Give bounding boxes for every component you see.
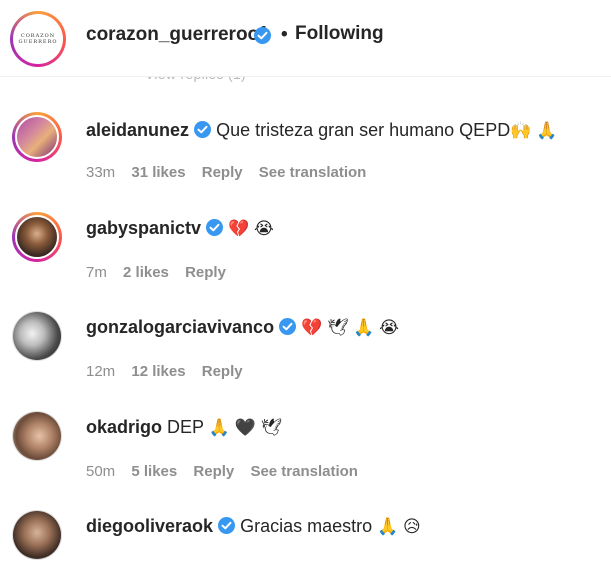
comment-text: gabyspanictv 💔 😭 <box>86 218 274 239</box>
comment-body: Que tristeza gran ser humano QEPD <box>216 120 511 140</box>
following-button[interactable]: Following <box>295 23 384 45</box>
likes-count[interactable]: 5 likes <box>131 463 177 480</box>
commenter-avatar[interactable] <box>12 311 62 361</box>
commenter-avatar[interactable] <box>12 212 62 262</box>
comment-body: Gracias maestro <box>240 516 373 536</box>
likes-count[interactable]: 12 likes <box>131 363 185 380</box>
separator-dot: • <box>281 24 288 45</box>
comment-time: 7m <box>86 264 107 281</box>
commenter-username[interactable]: okadrigo <box>86 417 162 437</box>
emoji-icon: 🙌 🙏 <box>510 121 558 140</box>
comment-text: okadrigo DEP 🙏 🖤 🕊 <box>86 417 282 438</box>
verified-badge-icon <box>206 219 224 236</box>
comment-time: 50m <box>86 463 116 480</box>
commenter-username[interactable]: gonzalogarciavivanco <box>86 317 274 337</box>
comment-text: gonzalogarciavivanco 💔 🕊 🙏 😭 <box>86 317 399 338</box>
reply-button[interactable]: Reply <box>193 463 234 480</box>
commenter-avatar[interactable] <box>12 112 62 162</box>
commenter-username[interactable]: aleidanunez <box>86 120 189 140</box>
comment-text: aleidanunez Que tristeza gran ser humano… <box>86 120 557 141</box>
see-translation-button[interactable]: See translation <box>259 164 367 181</box>
verified-badge-icon <box>194 121 212 138</box>
comment-time: 12m <box>86 363 116 380</box>
commenter-username[interactable]: gabyspanictv <box>86 218 201 238</box>
verified-badge-icon <box>279 318 297 335</box>
comment-meta: 33m 31 likes Reply See translation <box>86 164 378 181</box>
profile-avatar[interactable]: CORAZON GUERRERO <box>10 11 66 67</box>
emoji-icon: 🙏 😥 <box>377 517 421 536</box>
reply-button[interactable]: Reply <box>202 164 243 181</box>
see-translation-button[interactable]: See translation <box>250 463 358 480</box>
likes-count[interactable]: 2 likes <box>123 264 169 281</box>
emoji-icon: 💔 😭 <box>228 219 274 238</box>
header-username[interactable]: corazon_guerreroof <box>86 24 265 46</box>
comment-meta: 7m 2 likes Reply <box>86 264 238 281</box>
verified-badge-icon <box>218 517 236 534</box>
comment-time: 33m <box>86 164 116 181</box>
commenter-avatar[interactable] <box>12 510 62 560</box>
commenter-username[interactable]: diegooliveraok <box>86 516 213 536</box>
likes-count[interactable]: 31 likes <box>131 164 185 181</box>
verified-badge-icon <box>254 27 271 44</box>
comment-meta: 50m 5 likes Reply See translation <box>86 463 370 480</box>
reply-button[interactable]: Reply <box>185 264 226 281</box>
emoji-icon: 💔 🕊 🙏 😭 <box>301 318 400 337</box>
commenter-avatar[interactable] <box>12 411 62 461</box>
avatar-logo: CORAZON GUERRERO <box>18 33 58 45</box>
post-header: CORAZON GUERRERO corazon_guerreroof • Fo… <box>0 0 611 77</box>
comment-meta: 12m 12 likes Reply <box>86 363 255 380</box>
emoji-icon: 🙏 🖤 🕊 <box>208 418 283 437</box>
comment-body: DEP <box>167 417 204 437</box>
comment-text: diegooliveraok Gracias maestro 🙏 😥 <box>86 516 421 537</box>
reply-button[interactable]: Reply <box>202 363 243 380</box>
